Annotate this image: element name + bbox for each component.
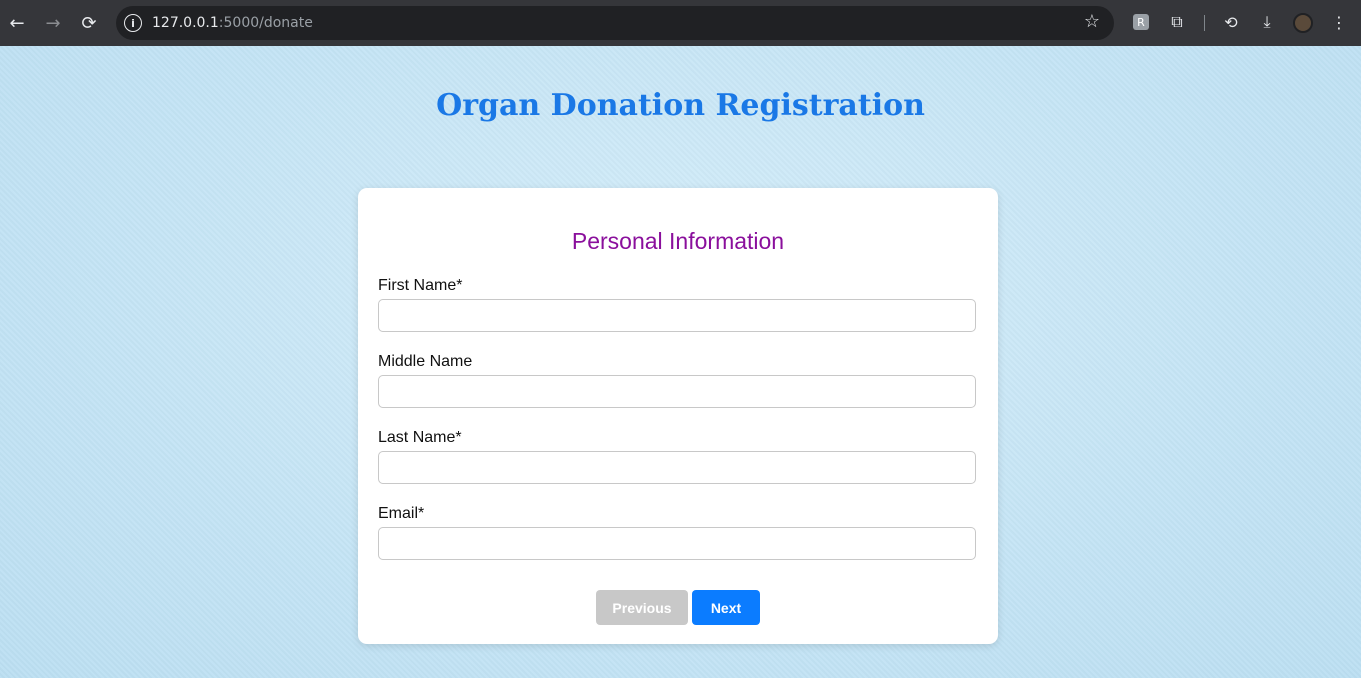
- profile-avatar[interactable]: [1293, 13, 1313, 33]
- first-name-label: First Name*: [378, 277, 463, 294]
- previous-button[interactable]: Previous: [596, 590, 688, 625]
- page-title: Organ Donation Registration: [436, 88, 925, 123]
- url-text[interactable]: 127.0.0.1:5000/donate: [152, 15, 313, 31]
- extension-icon[interactable]: R: [1133, 14, 1149, 30]
- forward-icon[interactable]: →: [41, 11, 65, 35]
- address-bar[interactable]: i 127.0.0.1:5000/donate ☆: [116, 6, 1114, 40]
- star-icon[interactable]: ☆: [1084, 11, 1100, 32]
- email-label: Email*: [378, 505, 425, 522]
- middle-name-label: Middle Name: [378, 353, 473, 370]
- more-icon[interactable]: ⋮: [1328, 11, 1350, 33]
- download-icon[interactable]: ⤓: [1256, 11, 1278, 33]
- toolbar-divider: [1204, 15, 1205, 31]
- registration-form-card: Personal Information First Name* Middle …: [358, 188, 998, 644]
- first-name-input[interactable]: [378, 299, 976, 332]
- next-button[interactable]: Next: [692, 590, 760, 625]
- last-name-input[interactable]: [378, 451, 976, 484]
- section-title: Personal Information: [571, 228, 785, 254]
- last-name-label: Last Name*: [378, 429, 462, 446]
- back-icon[interactable]: ←: [5, 11, 29, 35]
- sync-icon[interactable]: ⟲: [1220, 11, 1242, 33]
- email-input[interactable]: [378, 527, 976, 560]
- info-icon[interactable]: i: [124, 14, 142, 32]
- puzzle-icon[interactable]: ⧉: [1166, 11, 1188, 33]
- reload-icon[interactable]: ⟳: [77, 11, 101, 35]
- page-background: Organ Donation Registration Personal Inf…: [0, 46, 1361, 678]
- browser-toolbar: ← → ⟳ i 127.0.0.1:5000/donate ☆ R ⧉ ⟲ ⤓ …: [0, 0, 1361, 46]
- middle-name-input[interactable]: [378, 375, 976, 408]
